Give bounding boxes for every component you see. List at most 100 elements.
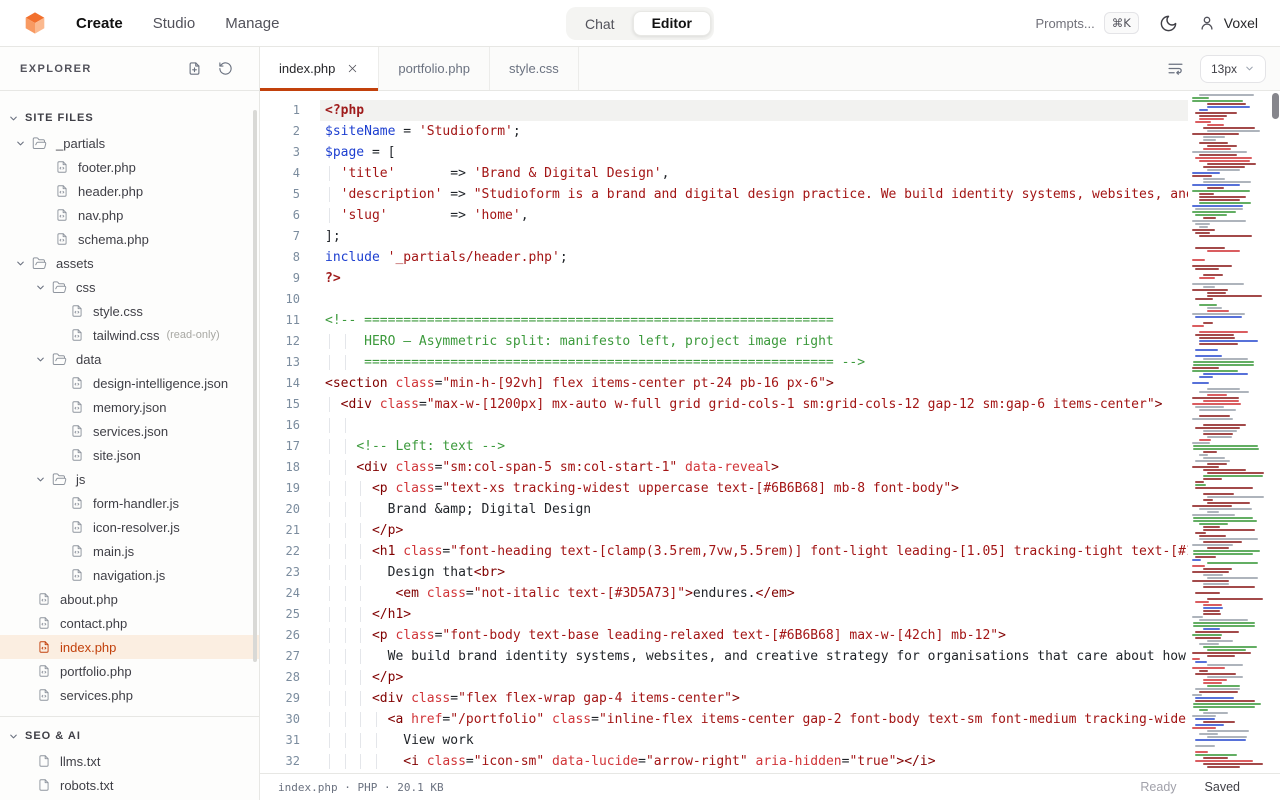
code-line-12[interactable]: 12 HERO — Asymmetric split: manifesto le… [260,331,1188,352]
mode-option-editor[interactable]: Editor [633,11,711,36]
tree-file-site.json[interactable]: site.json [0,443,259,467]
tree-file-navigation.js[interactable]: navigation.js [0,563,259,587]
minimap-line [1203,373,1248,375]
nav-item-manage[interactable]: Manage [225,15,279,32]
tree-file-robots.txt[interactable]: robots.txt [0,773,259,792]
code-line-2[interactable]: 2$siteName = 'Studioform'; [260,121,1188,142]
code-line-15[interactable]: 15 <div class="max-w-[1200px] mx-auto w-… [260,394,1188,415]
tree-file-footer.php[interactable]: footer.php [0,155,259,179]
close-tab-button[interactable] [346,62,359,75]
app-logo[interactable] [22,10,48,36]
code-line-31[interactable]: 31 View work [260,730,1188,751]
code-line-6[interactable]: 6 'slug' => 'home', [260,205,1188,226]
word-wrap-button[interactable] [1167,60,1184,77]
tree-file-design-intelligence.json[interactable]: design-intelligence.json [0,371,259,395]
user-icon [1198,14,1216,32]
tree-file-contact.php[interactable]: contact.php [0,611,259,635]
code-text: $page = [ [325,142,395,163]
code-line-19[interactable]: 19 <p class="text-xs tracking-widest upp… [260,478,1188,499]
tree-file-icon-resolver.js[interactable]: icon-resolver.js [0,515,259,539]
tree-folder-js[interactable]: js [0,467,259,491]
tree-file-nav.php[interactable]: nav.php [0,203,259,227]
code-line-21[interactable]: 21 </p> [260,520,1188,541]
tree-section-seo-ai[interactable]: SEO & AI [0,723,259,749]
minimap-line [1199,454,1208,456]
tree-file-index.php[interactable]: index.php [0,635,259,659]
code-editor[interactable]: 1<?php2$siteName = 'Studioform';3$page =… [260,91,1188,773]
minimap-line [1192,205,1243,207]
refresh-button[interactable] [218,61,233,76]
tree-folder-data[interactable]: data [0,347,259,371]
tree-file-main.js[interactable]: main.js [0,539,259,563]
code-line-11[interactable]: 11<!-- =================================… [260,310,1188,331]
theme-toggle-button[interactable] [1159,14,1178,33]
code-line-20[interactable]: 20 Brand &amp; Digital Design [260,499,1188,520]
minimap-line [1207,124,1224,126]
indent-guide [360,712,361,727]
tree-file-schema.php[interactable]: schema.php [0,227,259,251]
code-line-28[interactable]: 28 </p> [260,667,1188,688]
code-line-26[interactable]: 26 <p class="font-body text-base leading… [260,625,1188,646]
tab-index.php[interactable]: index.php [260,47,379,90]
code-line-16[interactable]: 16 [260,415,1188,436]
editor-area: index.phpportfolio.phpstyle.css 13px 1<?… [260,47,1280,800]
code-line-18[interactable]: 18 <div class="sm:col-span-5 sm:col-star… [260,457,1188,478]
nav-item-create[interactable]: Create [76,15,123,32]
code-line-22[interactable]: 22 <h1 class="font-heading text-[clamp(3… [260,541,1188,562]
code-line-23[interactable]: 23 Design that<br> [260,562,1188,583]
tree-file-style.css[interactable]: style.css [0,299,259,323]
minimap-line [1195,157,1252,159]
code-line-4[interactable]: 4 'title' => 'Brand & Digital Design', [260,163,1188,184]
code-line-13[interactable]: 13 =====================================… [260,352,1188,373]
prompts-button[interactable]: Prompts... ⌘K [1035,12,1138,34]
minimap-line [1203,475,1263,477]
indent-guide [329,628,330,643]
code-line-3[interactable]: 3$page = [ [260,142,1188,163]
tree-file-form-handler.js[interactable]: form-handler.js [0,491,259,515]
code-line-9[interactable]: 9?> [260,268,1188,289]
tree-file-header.php[interactable]: header.php [0,179,259,203]
code-line-1[interactable]: 1<?php [260,100,1188,121]
nav-item-studio[interactable]: Studio [153,15,196,32]
code-line-27[interactable]: 27 We build brand identity systems, webs… [260,646,1188,667]
tree-folder-css[interactable]: css [0,275,259,299]
code-line-5[interactable]: 5 'description' => "Studioform is a bran… [260,184,1188,205]
tree-file-services.json[interactable]: services.json [0,419,259,443]
tree-item-label: site.json [93,448,141,463]
sidebar-scrollbar[interactable] [253,110,257,662]
tree-folder-assets[interactable]: assets [0,251,259,275]
code-line-29[interactable]: 29 <div class="flex flex-wrap gap-4 item… [260,688,1188,709]
editor-scrollbar[interactable] [1272,93,1279,119]
indent-guide [345,355,346,370]
tree-section-site-files[interactable]: SITE FILES [0,105,259,131]
code-line-30[interactable]: 30 <a href="/portfolio" class="inline-fl… [260,709,1188,730]
user-menu[interactable]: Voxel [1198,14,1258,32]
tab-portfolio.php[interactable]: portfolio.php [379,47,490,90]
tree-file-tailwind.css[interactable]: tailwind.css(read-only) [0,323,259,347]
mode-option-chat[interactable]: Chat [569,12,631,36]
tree-file-memory.json[interactable]: memory.json [0,395,259,419]
code-line-17[interactable]: 17 <!-- Left: text --> [260,436,1188,457]
tree-file-portfolio.php[interactable]: portfolio.php [0,659,259,683]
chevron-down-icon [35,354,46,365]
minimap-line [1207,547,1229,549]
font-size-select[interactable]: 13px [1200,55,1266,83]
code-line-10[interactable]: 10 [260,289,1188,310]
tree-file-services.php[interactable]: services.php [0,683,259,707]
wrap-text-icon [1167,60,1184,77]
tree-file-about.php[interactable]: about.php [0,587,259,611]
minimap-line [1192,403,1241,405]
code-line-8[interactable]: 8include '_partials/header.php'; [260,247,1188,268]
tree-file-llms.txt[interactable]: llms.txt [0,749,259,773]
code-line-24[interactable]: 24 <em class="not-italic text-[#3D5A73]"… [260,583,1188,604]
minimap-line [1195,112,1237,114]
new-file-button[interactable] [187,61,202,76]
code-line-32[interactable]: 32 <i class="icon-sm" data-lucide="arrow… [260,751,1188,772]
indent-guide [345,439,346,454]
minimap[interactable] [1190,91,1268,773]
tab-style.css[interactable]: style.css [490,47,579,90]
code-line-7[interactable]: 7]; [260,226,1188,247]
code-line-25[interactable]: 25 </h1> [260,604,1188,625]
tree-folder--partials[interactable]: _partials [0,131,259,155]
code-line-14[interactable]: 14<section class="min-h-[92vh] flex item… [260,373,1188,394]
